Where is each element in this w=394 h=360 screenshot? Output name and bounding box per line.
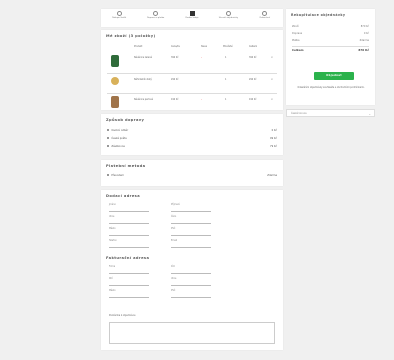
street-field[interactable]: Ulice xyxy=(109,215,149,224)
product-total: 290 Kč xyxy=(249,78,257,81)
summary-row: Platba Zdarma xyxy=(292,39,369,42)
billing-title: Fakturační adresa xyxy=(106,256,150,260)
product-price: 390 Kč xyxy=(171,56,179,59)
shipping-option[interactable]: Česká pošta xyxy=(107,137,127,140)
shipping-price: 99 Kč xyxy=(270,137,277,140)
address-icon xyxy=(189,11,195,16)
check-icon xyxy=(262,11,268,16)
product-name[interactable]: Náhrdelník zlatý xyxy=(134,78,164,81)
product-total: 190 Kč xyxy=(249,98,257,101)
shipping-option[interactable]: Osobní odběr xyxy=(107,129,128,132)
company-field[interactable]: Firma xyxy=(109,265,149,274)
dic-field[interactable]: DIČ xyxy=(109,277,149,286)
zip-field[interactable]: PSČ xyxy=(171,227,211,236)
note-textarea[interactable] xyxy=(109,322,275,344)
terms-text: Odesláním objednávky souhlasíte s obchod… xyxy=(297,86,365,89)
cart-row: Náhrdelník zlatý 290 Kč 1 290 Kč × xyxy=(101,74,283,94)
payment-price: Zdarma xyxy=(267,174,277,177)
step-cart[interactable]: Nákupní košík xyxy=(101,9,137,27)
payment-title: Platební metoda xyxy=(106,164,146,168)
billing-zip-field[interactable]: PSČ xyxy=(171,289,211,298)
first-name-field[interactable]: Jméno xyxy=(109,203,149,212)
cart-row: Náušnice zelené 390 Kč – 1 390 Kč × xyxy=(101,52,283,72)
col-product: Produkt xyxy=(134,45,143,48)
col-qty: Množství xyxy=(223,45,233,48)
checkout-steps: Nákupní košík Doprava a platba Dodací úd… xyxy=(101,9,283,27)
billing-street-field[interactable]: Ulice xyxy=(171,277,211,286)
product-name[interactable]: Náušnice zelené xyxy=(134,56,164,59)
summary-row: Zboží 870 Kč xyxy=(292,25,369,28)
remove-icon[interactable]: × xyxy=(271,56,273,59)
billing-city-field[interactable]: Město xyxy=(109,289,149,298)
product-image xyxy=(111,96,119,108)
product-image xyxy=(111,55,119,67)
delivery-title: Dodací adresa xyxy=(106,194,141,198)
col-discount: Sleva xyxy=(201,45,207,48)
cart-panel: Mé zboží (3 položky) Produkt Cena/ks Sle… xyxy=(101,30,283,110)
radio-icon xyxy=(107,174,110,177)
col-price: Cena/ks xyxy=(171,45,180,48)
radio-icon xyxy=(107,129,110,132)
product-discount: – xyxy=(201,98,203,101)
product-image xyxy=(111,77,119,85)
email-field[interactable]: Email xyxy=(171,239,211,248)
order-button[interactable]: Objednat xyxy=(314,72,354,80)
shipping-option[interactable]: Zásilkovna xyxy=(107,145,125,148)
col-total: Celkem xyxy=(249,45,258,48)
product-price: 190 Kč xyxy=(171,98,179,101)
qty-stepper[interactable]: 1 xyxy=(225,56,226,59)
chevron-down-icon: ⌄ xyxy=(368,112,371,116)
shipping-title: Způsob dopravy xyxy=(106,118,145,122)
remove-icon[interactable]: × xyxy=(271,98,273,101)
summary-icon xyxy=(225,11,231,16)
radio-icon xyxy=(107,137,110,140)
last-name-field[interactable]: Příjmení xyxy=(171,203,211,212)
cart-icon xyxy=(116,11,122,16)
cart-title: Mé zboží (3 položky) xyxy=(106,34,156,38)
product-price: 290 Kč xyxy=(171,78,179,81)
summary-panel: Rekapitulace objednávky Zboží 870 Kč Dopr… xyxy=(286,9,375,105)
step-address[interactable]: Dodací údaje xyxy=(174,9,210,27)
summary-total: Celkem 870 Kč xyxy=(292,48,369,52)
shipping-price: 0 Kč xyxy=(271,129,277,132)
product-total: 390 Kč xyxy=(249,56,257,59)
product-discount: – xyxy=(201,56,203,59)
number-field[interactable]: Číslo xyxy=(171,215,211,224)
qty-stepper[interactable]: 1 xyxy=(225,98,226,101)
step-shipping[interactable]: Doprava a platba xyxy=(137,9,173,27)
note-label: Poznámka k objednávce xyxy=(109,314,136,317)
remove-icon[interactable]: × xyxy=(271,78,273,81)
currency-select[interactable]: Česká koruna ⌄ xyxy=(286,109,375,117)
step-finish[interactable]: Dokončení xyxy=(247,9,283,27)
shipping-price: 79 Kč xyxy=(270,145,277,148)
cart-row: Náušnice perlové 190 Kč – 1 190 Kč × xyxy=(101,94,283,114)
payment-panel: Platební metoda Převodem Zdarma xyxy=(101,160,283,186)
step-summary[interactable]: Shrnutí objednávky xyxy=(210,9,246,27)
summary-row: Doprava 0 Kč xyxy=(292,32,369,35)
summary-title: Rekapitulace objednávky xyxy=(291,13,346,17)
payment-option[interactable]: Převodem xyxy=(107,174,124,177)
city-field[interactable]: Město xyxy=(109,227,149,236)
radio-icon xyxy=(107,145,110,148)
ico-field[interactable]: IČO xyxy=(171,265,211,274)
product-name[interactable]: Náušnice perlové xyxy=(134,98,164,101)
shipping-panel: Způsob dopravy Osobní odběr 0 Kč Česká p… xyxy=(101,114,283,155)
truck-icon xyxy=(153,11,159,16)
phone-field[interactable]: Telefon xyxy=(109,239,149,248)
qty-stepper[interactable]: 1 xyxy=(225,78,226,81)
divider xyxy=(292,46,369,47)
